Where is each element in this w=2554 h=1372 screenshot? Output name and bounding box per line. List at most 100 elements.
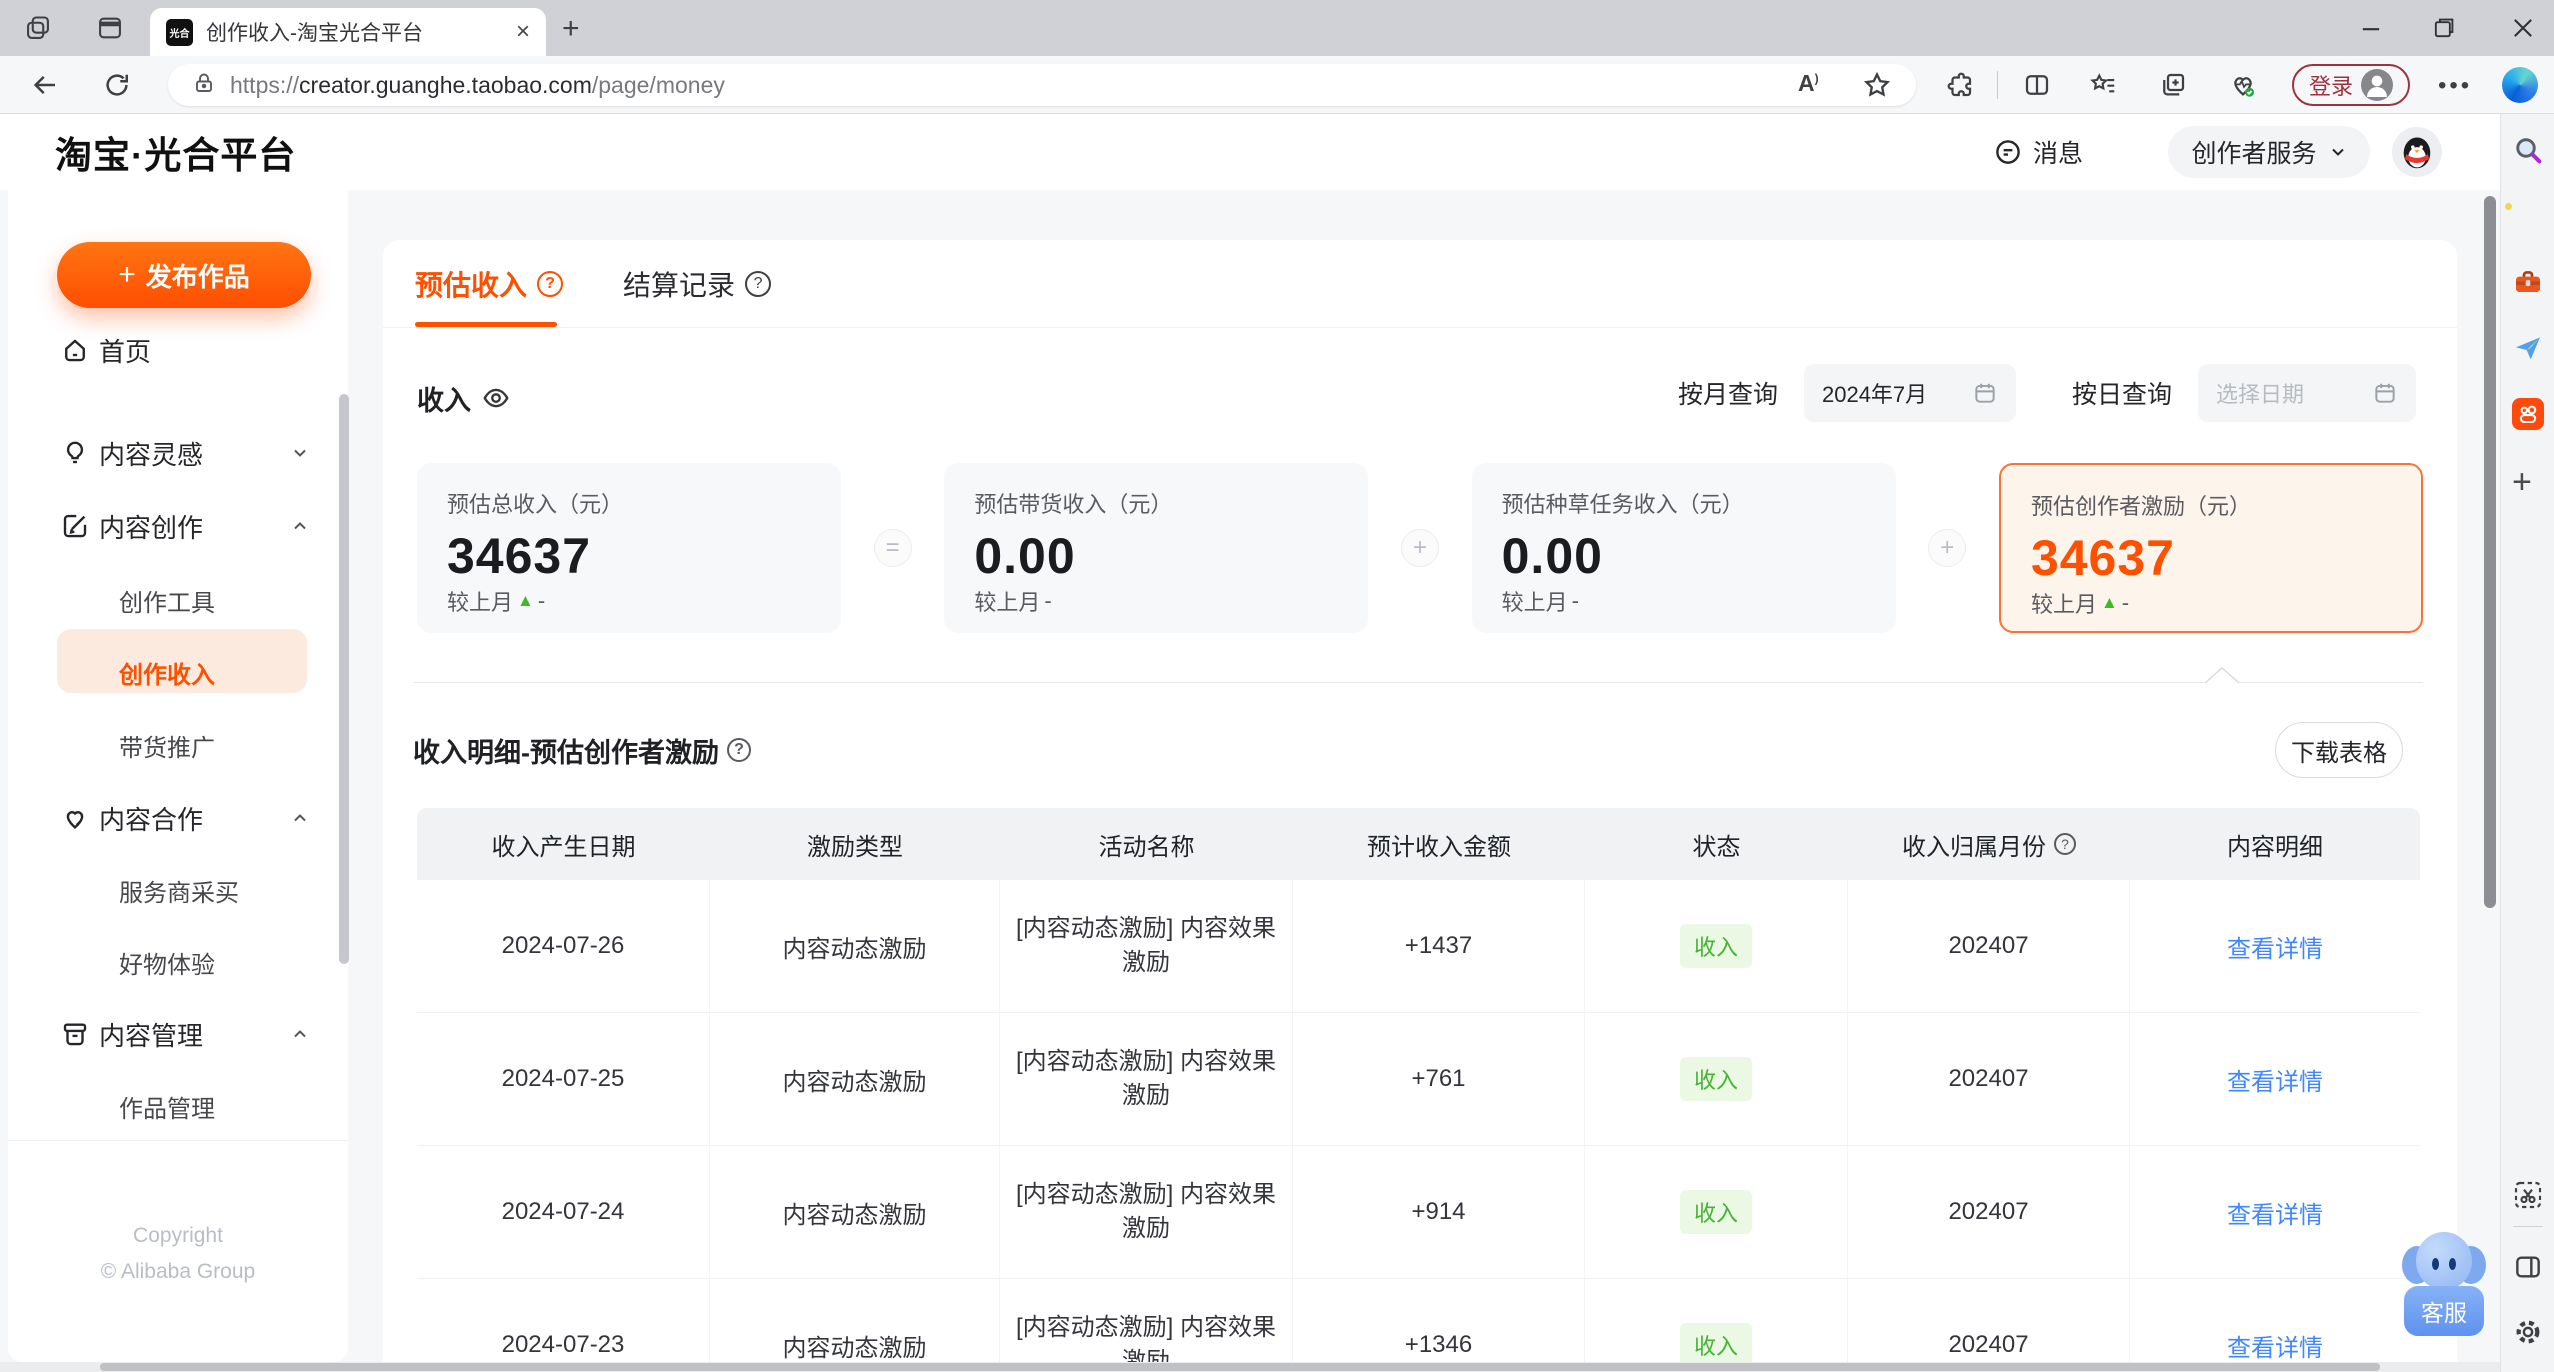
income-summary-cards: 预估总收入（元） 34637 较上月 ▲ - = 预估带货收入（元） 0.00 较上… [417,463,2423,633]
sidebar-item-product-trial[interactable]: 好物体验 [8,932,348,992]
view-details-link[interactable]: 查看详情 [2227,929,2323,964]
card-creator-incentive[interactable]: 预估创作者激励（元） 34637 较上月 ▲ - [1998,463,2423,633]
download-table-button[interactable]: 下载表格 [2275,722,2403,778]
date-filters: 按月查询 2024年7月 按日查询 选择日期 [1678,363,2416,422]
sidebar-panel-icon[interactable] [2512,1251,2544,1283]
site-header: 淘宝·光合平台 消息 创作者服务 [0,114,2500,190]
url-bar[interactable]: https://creator.guanghe.taobao.com/page/… [168,64,1916,106]
settings-more-icon[interactable]: ••• [2438,72,2472,100]
cell-status: 收入 [1585,880,1848,1012]
help-icon[interactable]: ? [2054,833,2076,855]
sidebar-item-label: 带货推广 [119,734,215,762]
back-icon[interactable] [30,70,60,100]
minimize-button[interactable] [2357,14,2385,42]
tab-settlement-records[interactable]: 结算记录 ? [623,264,772,304]
sidebar-add-icon[interactable]: + [2512,465,2544,499]
sidebar-item-creation[interactable]: 内容创作 [8,496,348,556]
collections-icon[interactable] [2158,70,2188,100]
tab-estimated-income[interactable]: 预估收入 ? [415,264,564,304]
toolbar-divider [1997,71,1998,99]
messages-button[interactable]: 消息 [1993,114,2083,190]
user-avatar[interactable] [2392,127,2442,177]
column-header: 激励类型 [807,833,903,861]
view-details-link[interactable]: 查看详情 [2227,1328,2323,1363]
sidebar-item-service-purchase[interactable]: 服务商采买 [8,860,348,920]
month-picker-input[interactable]: 2024年7月 [1803,363,2016,422]
status-badge: 收入 [1679,924,1752,968]
column-header: 活动名称 [1098,833,1195,861]
view-details-link[interactable]: 查看详情 [2227,1062,2323,1097]
card-label: 预估种草任务收入（元） [1501,492,1744,517]
sidebar-item-label: 作品管理 [119,1095,215,1123]
publish-work-button[interactable]: + 发布作品 [57,242,311,308]
view-details-link[interactable]: 查看详情 [2227,1195,2323,1230]
chevron-down-icon [290,443,310,463]
card-total-income[interactable]: 预估总收入（元） 34637 较上月 ▲ - [417,463,841,633]
tab-actions-icon[interactable] [96,14,124,42]
sidebar-item-home[interactable]: 首页 [8,320,348,380]
plus-operator: + [1928,529,1967,567]
tabs-divider [383,327,2457,328]
income-tabs: 预估收入 ? 结算记录 ? [415,258,772,310]
help-icon[interactable]: ? [745,271,772,297]
screenshot-icon[interactable] [2512,1179,2544,1211]
sidebar-shopping-icon[interactable] [2505,200,2544,232]
workspaces-icon[interactable] [24,14,52,42]
table-body: 2024-07-26 内容动态激励 [内容动态激励] 内容效果激励 +1437 … [417,880,2420,1372]
horizontal-scrollbar-thumb[interactable] [100,1363,2380,1371]
lock-icon[interactable] [192,71,216,99]
login-label: 登录 [2308,74,2353,99]
sidebar-item-cooperation[interactable]: 内容合作 [8,788,348,848]
refresh-icon[interactable] [102,70,132,100]
card-compare: 较上月 - [974,588,1052,615]
new-tab-button[interactable]: + [562,12,580,46]
sidebar-item-label: 创作收入 [119,661,215,689]
favorites-list-icon[interactable] [2088,70,2118,100]
browser-login-button[interactable]: 登录 [2292,64,2410,106]
sidebar-tools-icon[interactable] [2512,266,2544,298]
favorite-star-icon[interactable] [1862,70,1892,100]
sidebar-settings-gear-icon[interactable] [2512,1316,2544,1348]
help-icon[interactable]: ? [537,271,564,297]
card-sales-income[interactable]: 预估带货收入（元） 0.00 较上月 - [944,463,1369,633]
sidebar-item-creation-tools[interactable]: 创作工具 [8,570,348,630]
copyright-text: Copyright © Alibaba Group [100,1224,256,1283]
split-screen-icon[interactable] [2022,70,2052,100]
sidebar-item-label: 内容合作 [99,804,204,835]
tab-close-icon[interactable]: × [516,20,530,44]
sidebar-scrollbar[interactable] [339,394,349,964]
day-query-label: 按日查询 [2071,380,2172,409]
copilot-icon[interactable] [2502,67,2538,103]
browser-essentials-icon[interactable] [2228,70,2258,100]
creator-service-dropdown[interactable]: 创作者服务 [2168,126,2370,178]
sidebar-messenger-icon[interactable] [2512,332,2544,364]
heart-hands-icon [60,803,90,833]
eye-icon[interactable] [481,383,511,413]
card-seeding-task-income[interactable]: 预估种草任务收入（元） 0.00 较上月 - [1471,463,1896,633]
sidebar-kuaishou-icon[interactable] [2512,398,2544,430]
section-divider [413,682,2423,683]
page-scrollbar[interactable] [2484,196,2496,908]
extensions-icon[interactable] [1945,70,1975,100]
status-badge: 收入 [1679,1323,1752,1367]
help-icon[interactable]: ? [727,738,751,762]
sidebar-item-creation-income[interactable]: 创作收入 [8,642,348,702]
sidebar-item-promotion[interactable]: 带货推广 [8,715,348,775]
cell-incentive-type: 内容动态激励 [710,1146,1000,1278]
customer-service-widget[interactable]: 客服 [2402,1232,2486,1336]
sidebar-search-icon[interactable] [2512,134,2544,166]
column-header: 内容明细 [2227,833,2323,861]
day-picker-input[interactable]: 选择日期 [2198,363,2416,422]
site-logo[interactable]: 淘宝·光合平台 [55,114,296,190]
sidebar-item-content-management[interactable]: 内容管理 [8,1004,348,1064]
cell-action: 查看详情 [2130,1013,2420,1145]
close-window-button[interactable] [2509,14,2537,42]
service-menu-label: 创作者服务 [2191,140,2317,168]
sidebar-item-inspiration[interactable]: 内容灵感 [8,423,348,483]
cell-incentive-type: 内容动态激励 [710,1013,1000,1145]
maximize-button[interactable] [2430,14,2458,42]
detail-section-title: 收入明细-预估创作者激励 ? [413,722,751,778]
browser-tab[interactable]: 光合 创作收入-淘宝光合平台 × [150,8,546,56]
sidebar-item-works-management[interactable]: 作品管理 [8,1076,348,1136]
read-aloud-icon[interactable]: A) [1798,70,1828,100]
